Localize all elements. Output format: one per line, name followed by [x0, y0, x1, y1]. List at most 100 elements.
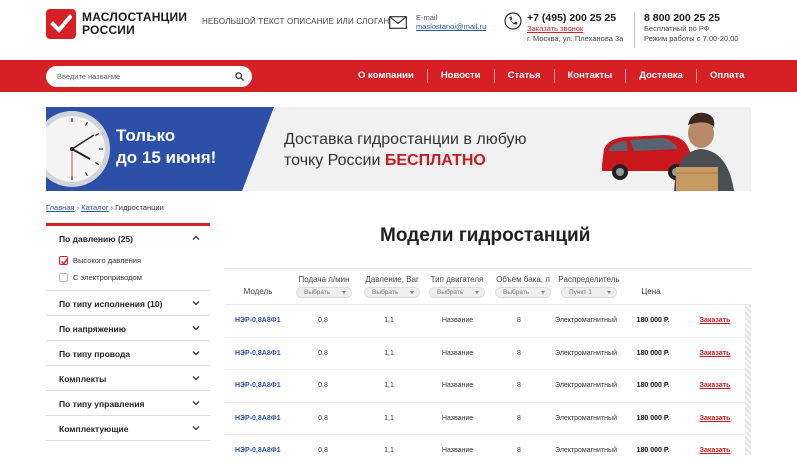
- order-link[interactable]: Заказать: [695, 447, 735, 454]
- order-link[interactable]: Заказать: [695, 350, 735, 357]
- filter-label: По типу управления: [59, 399, 145, 409]
- logo[interactable]: МАСЛОСТАНЦИИ РОССИИ: [46, 9, 187, 39]
- col-flow-label: Подача л/мин: [298, 275, 350, 284]
- filter-label: По напряжению: [59, 324, 126, 334]
- cell-price: 180 000 Р.: [636, 382, 670, 390]
- phone-number[interactable]: +7 (495) 200 25 25: [527, 12, 623, 24]
- order-link[interactable]: Заказать: [695, 415, 735, 422]
- option-electric-drive[interactable]: С электроприводом: [59, 273, 142, 282]
- filter-sidebar: По давлению (25) Высокого давления С эле…: [46, 223, 210, 463]
- search-box: [46, 66, 252, 87]
- breadcrumb: Главная › Каталог › Гидростанции: [46, 203, 164, 212]
- cell-price: 180 000 Р.: [636, 349, 670, 357]
- clock-icon: [46, 111, 110, 187]
- header-divider: [634, 12, 635, 48]
- table-row: НЭР-0,8А8Ф1 0,8 1,1 Название 8 Электромагнитн…: [225, 337, 751, 371]
- nav-delivery[interactable]: Доставка: [626, 69, 696, 83]
- cell-tank: 8: [517, 317, 521, 324]
- checkbox-checked[interactable]: [59, 256, 69, 265]
- col-distributor-label: Распределитель: [558, 275, 620, 284]
- option-label: Высокого давления: [73, 256, 142, 265]
- nav-contacts[interactable]: Контакты: [555, 69, 626, 83]
- cell-distributor: Электромагнитный: [555, 317, 617, 324]
- chevron-down-icon[interactable]: [192, 399, 200, 407]
- breadcrumb-catalog[interactable]: Каталог: [81, 203, 108, 212]
- callback-link[interactable]: Заказать звонок: [527, 24, 623, 34]
- col-flow: Подача л/мин Выбрать: [293, 275, 355, 298]
- filter-select-pressure[interactable]: Выбрать: [364, 287, 420, 298]
- working-hours: Режим работы с 7.00-20.00: [644, 34, 739, 43]
- banner-free: БЕСПЛАТНО: [384, 152, 486, 169]
- filter-label: Комплекты: [59, 374, 107, 384]
- chevron-down-icon[interactable]: [192, 374, 200, 382]
- filter-kits[interactable]: Комплекты: [46, 366, 210, 391]
- filter-execution-type[interactable]: По типу исполнения (10): [46, 291, 210, 316]
- checkbox[interactable]: [59, 273, 68, 282]
- col-tank-label: Объем бака, л: [496, 275, 550, 284]
- cell-price: 180 000 Р.: [636, 414, 670, 422]
- promo-banner[interactable]: Только до 15 июня! Доставка гидростанции…: [46, 107, 751, 191]
- cell-pressure: 1,1: [384, 349, 394, 357]
- cell-model[interactable]: НЭР-0,8А8Ф1: [235, 317, 295, 324]
- filter-label: Комплектующие: [59, 424, 129, 434]
- cell-model[interactable]: НЭР-0,8А8Ф1: [235, 350, 295, 357]
- cell-model[interactable]: НЭР-0,8А8Ф1: [235, 382, 295, 389]
- table-row: НЭР-0,8А8Ф1 0,8 1,1 Название 8 Электромагнитн…: [225, 370, 751, 403]
- phone-block: +7 (495) 200 25 25 Заказать звонок г. Мо…: [504, 12, 623, 44]
- cell-distributor: Электромагнитный: [555, 447, 617, 455]
- nav-payment[interactable]: Оплата: [697, 69, 757, 83]
- models-table: Модель Подача л/мин Выбрать Давление, Ba…: [225, 268, 751, 455]
- filter-control-type[interactable]: По типу управления: [46, 391, 210, 416]
- option-high-pressure[interactable]: Высокого давления: [59, 256, 141, 265]
- order-link[interactable]: Заказать: [695, 317, 735, 324]
- filter-voltage[interactable]: По напряжению: [46, 316, 210, 341]
- filter-select-tank[interactable]: Выбрать: [495, 287, 551, 298]
- cell-tank: 8: [517, 349, 521, 357]
- free-phone-number[interactable]: 8 800 200 25 25: [644, 12, 738, 24]
- cell-distributor: Электромагнитный: [555, 414, 617, 422]
- cell-model[interactable]: НЭР-0,8А8Ф1: [235, 447, 295, 454]
- col-tank: Объем бака, л Выбрать: [491, 275, 555, 298]
- cell-engine: Название: [441, 414, 474, 422]
- nav-about[interactable]: О компании: [345, 69, 427, 83]
- email-caption: E-mail: [416, 13, 438, 22]
- order-link[interactable]: Заказать: [695, 382, 735, 389]
- nav-news[interactable]: Новости: [428, 69, 494, 83]
- email-block: E-mail maslostanoi@mail.ru: [389, 13, 486, 31]
- filter-pressure[interactable]: По давлению (25) Высокого давления С эле…: [46, 226, 210, 291]
- site-header: МАСЛОСТАНЦИИ РОССИИ НЕБОЛЬШОЙ ТЕКСТ ОПИС…: [0, 0, 797, 60]
- filter-wire-type[interactable]: По типу провода: [46, 341, 210, 366]
- nav-articles[interactable]: Статья: [495, 69, 554, 83]
- free-phone-block: 8 800 200 25 25 Бесплатный по РФ Режим р…: [644, 12, 738, 44]
- search-icon[interactable]: [235, 72, 244, 81]
- logo-check-icon: [46, 9, 76, 39]
- main-nav: О компании Новости Статья Контакты Доста…: [0, 60, 797, 92]
- chevron-down-icon[interactable]: [192, 299, 200, 307]
- chevron-down-icon[interactable]: [192, 324, 200, 332]
- promo-line2: до 15 июня!: [116, 148, 217, 167]
- filter-select-flow[interactable]: Выбрать: [296, 287, 352, 298]
- chevron-down-icon[interactable]: [192, 349, 200, 357]
- search-input[interactable]: [46, 66, 216, 87]
- email-link[interactable]: maslostanoi@mail.ru: [416, 22, 486, 31]
- breadcrumb-home[interactable]: Главная: [46, 203, 75, 212]
- filter-select-distributor[interactable]: Пункт 1: [561, 287, 617, 298]
- filter-select-engine[interactable]: Выбрать: [429, 287, 485, 298]
- col-price: Цена: [641, 287, 661, 296]
- free-phone-caption: Бесплатный по РФ: [644, 24, 710, 33]
- filter-label: По типу провода: [59, 349, 131, 359]
- chevron-up-icon[interactable]: [192, 234, 200, 242]
- col-pressure-label: Давление, Bar: [365, 275, 419, 284]
- cell-engine: Название: [441, 382, 474, 390]
- table-scrollbar[interactable]: [745, 305, 751, 455]
- cell-model[interactable]: НЭР-0,8А8Ф1: [235, 415, 295, 422]
- filter-components[interactable]: Комплектующие: [46, 416, 210, 441]
- table-row: НЭР-0,8А8Ф1 0,8 1,1 Название 8 Электромагнитн…: [225, 402, 751, 436]
- breadcrumb-current: Гидростанции: [115, 203, 164, 212]
- cell-pressure: 1,1: [384, 317, 394, 324]
- cell-flow: 0,8: [318, 349, 328, 357]
- cell-distributor: Электромагнитный: [555, 349, 617, 357]
- logo-text: МАСЛОСТАНЦИИ РОССИИ: [82, 11, 187, 37]
- banner-main-text: Доставка гидростанции в любую точку Росс…: [284, 129, 527, 171]
- chevron-down-icon[interactable]: [192, 424, 200, 432]
